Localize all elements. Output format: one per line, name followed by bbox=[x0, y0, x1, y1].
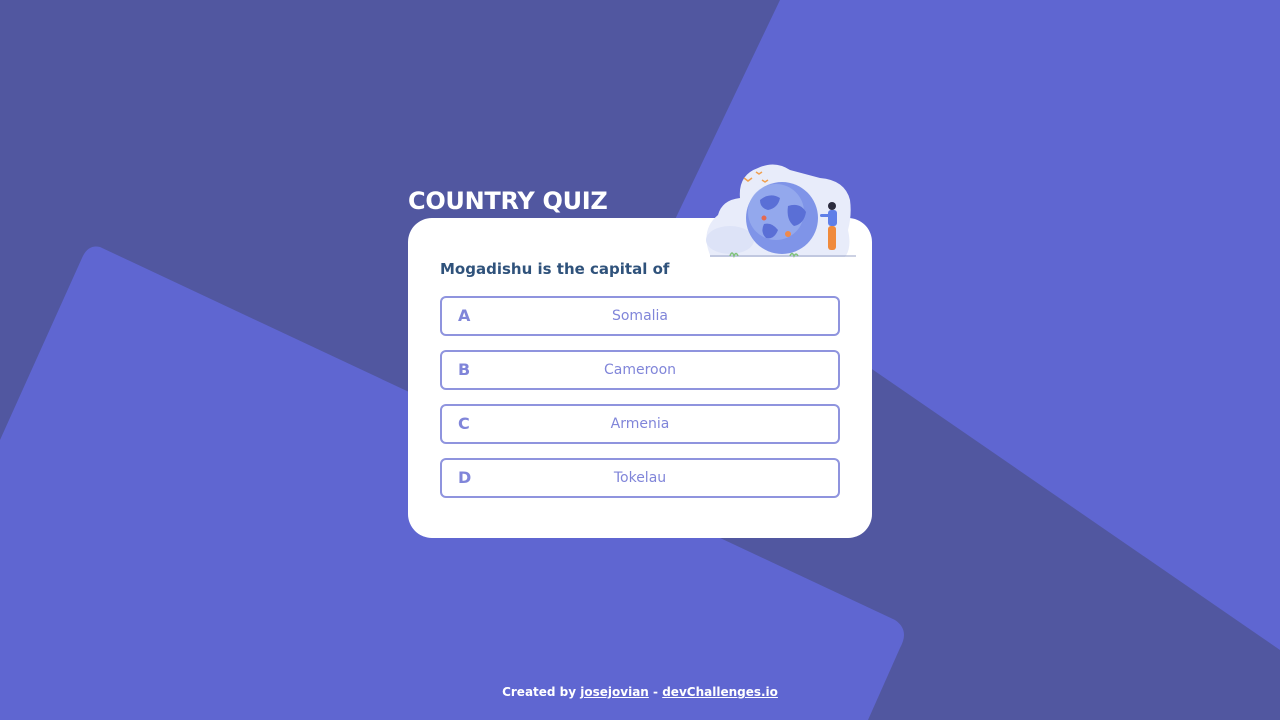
option-text: Armenia bbox=[610, 416, 670, 432]
option-text: Somalia bbox=[611, 308, 669, 324]
cloud-left bbox=[706, 226, 754, 254]
footer-prefix: Created by bbox=[502, 685, 577, 699]
globe-dot-orange bbox=[785, 231, 791, 237]
globe-dot-red bbox=[761, 215, 767, 221]
answer-option-b[interactable]: B Cameroon bbox=[440, 350, 840, 390]
answer-option-d[interactable]: D Tokelau bbox=[440, 458, 840, 498]
person-arm bbox=[820, 214, 830, 217]
question-text: Mogadishu is the capital of bbox=[440, 260, 670, 278]
footer: Created by josejovian - devChallenges.io bbox=[0, 683, 1280, 701]
answer-option-c[interactable]: C Armenia bbox=[440, 404, 840, 444]
author-link[interactable]: josejovian bbox=[580, 685, 649, 699]
person-head bbox=[828, 202, 836, 210]
person-body bbox=[828, 210, 837, 226]
option-text: Tokelau bbox=[613, 470, 667, 486]
option-text: Cameroon bbox=[603, 362, 677, 378]
page-title: COUNTRY QUIZ bbox=[408, 187, 608, 215]
quiz-card: Mogadishu is the capital of A Somalia B … bbox=[408, 218, 872, 538]
answer-option-a[interactable]: A Somalia bbox=[440, 296, 840, 336]
devchallenges-link[interactable]: devChallenges.io bbox=[662, 685, 778, 699]
footer-separator: - bbox=[653, 685, 659, 699]
person-legs bbox=[828, 226, 836, 250]
globe-illustration bbox=[706, 164, 856, 259]
